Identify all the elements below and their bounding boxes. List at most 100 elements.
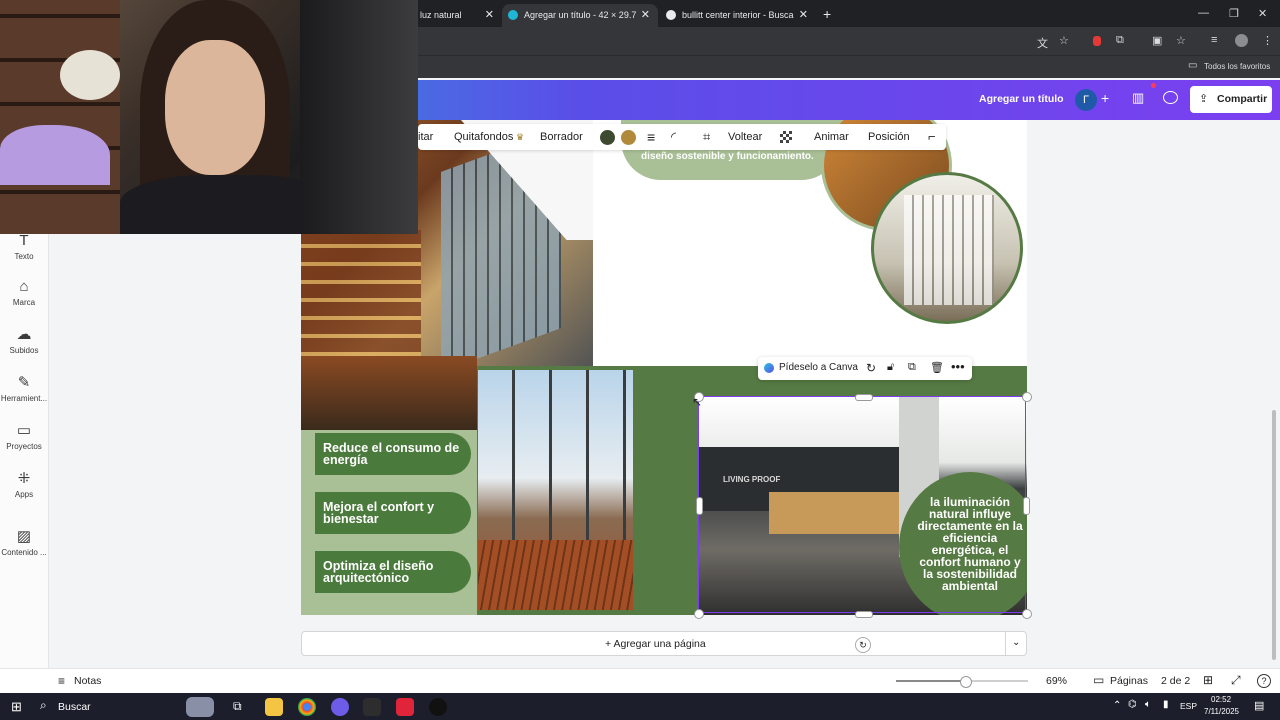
flip-button[interactable]: Voltear — [728, 124, 762, 150]
page-count: 2 de 2 — [1161, 675, 1191, 687]
taskbar-search[interactable]: Buscar — [58, 701, 91, 713]
clock-time[interactable]: 02:52 — [1211, 695, 1231, 704]
user-avatar[interactable]: Γ — [1075, 89, 1097, 111]
bookmark-star-icon[interactable]: ☆ — [1059, 34, 1069, 47]
insights-chart-icon[interactable]: ▥ — [1132, 90, 1144, 106]
tab-canva-design[interactable]: Agregar un título - 42 × 29.7 cm ✕ — [502, 4, 658, 27]
benefit-pill-comfort[interactable]: Mejora el confort y bienestar — [315, 492, 471, 534]
edit-button[interactable]: itar — [418, 124, 433, 150]
screenshot-icon[interactable]: ▣ — [1152, 34, 1162, 47]
resize-handle[interactable] — [696, 497, 703, 515]
crop-icon[interactable]: ⌗ — [703, 124, 710, 150]
tab-bullitt-search[interactable]: bullitt center interior - Buscar co ✕ — [660, 4, 816, 27]
sidebar-item-magic-media[interactable]: ▨ Contenido ... — [0, 528, 48, 557]
close-window-button[interactable]: ✕ — [1258, 7, 1267, 20]
webcam-overlay — [0, 0, 418, 234]
chrome-icon[interactable] — [298, 698, 316, 716]
pages-button[interactable]: Páginas — [1110, 675, 1148, 687]
resize-handle[interactable] — [855, 394, 873, 401]
add-page-button[interactable]: + Agregar una página — [605, 638, 706, 650]
media-icon[interactable]: ≡ — [1211, 34, 1217, 46]
lock-icon[interactable]: 🔓︎ — [887, 361, 894, 374]
animate-button[interactable]: Animar — [814, 124, 849, 150]
fullscreen-icon[interactable]: ⤢ — [1231, 673, 1241, 688]
vertical-scrollbar[interactable] — [1272, 410, 1276, 660]
more-options-icon[interactable]: ••• — [951, 359, 965, 374]
position-button[interactable]: Posición — [868, 124, 910, 150]
grid-view-icon[interactable]: ⊞ — [1203, 673, 1213, 687]
favorites-icon[interactable]: ☆ — [1176, 34, 1186, 47]
sidebar-item-text[interactable]: T Texto — [0, 232, 48, 261]
profile-avatar[interactable] — [1235, 34, 1248, 47]
apps-icon: ⁜ — [17, 470, 31, 487]
davinci-icon[interactable] — [429, 698, 447, 716]
windows-start-icon[interactable]: ⊞ — [11, 699, 22, 715]
refresh-page-icon[interactable]: ↻ — [855, 637, 871, 653]
zoom-level[interactable]: 69% — [1046, 675, 1067, 687]
benefit-pill-design[interactable]: Optimiza el diseño arquitectónico — [315, 551, 471, 593]
sidebar-item-tools[interactable]: ✎ Herramient... — [0, 374, 48, 403]
inkscape-icon[interactable] — [363, 698, 381, 716]
file-explorer-icon[interactable] — [265, 698, 283, 716]
language-indicator[interactable]: ESP — [1180, 701, 1197, 711]
resize-handle[interactable] — [694, 609, 704, 619]
balcony-photo[interactable] — [478, 370, 633, 610]
notifications-icon[interactable]: ▤ — [1254, 699, 1264, 712]
maximize-button[interactable]: ❐ — [1229, 7, 1239, 20]
tray-chevron-icon[interactable]: ⌃ — [1113, 700, 1121, 711]
notes-button[interactable]: Notas — [74, 675, 101, 687]
zoom-slider[interactable] — [896, 676, 1028, 688]
sidebar-item-brand[interactable]: ⌂ Marca — [0, 278, 48, 307]
resize-handle[interactable] — [1022, 609, 1032, 619]
all-bookmarks-link[interactable]: Todos los favoritos — [1204, 62, 1270, 71]
extensions-puzzle-icon[interactable]: ⧉ — [1116, 34, 1124, 47]
sidebar-item-label: Subidos — [9, 346, 39, 355]
color-swatch-gold[interactable] — [621, 130, 636, 145]
tab-luz-natural[interactable]: luz natural ✕ — [412, 4, 502, 27]
messenger-icon[interactable] — [331, 698, 349, 716]
new-tab-button[interactable]: + — [823, 6, 831, 22]
sidebar-item-uploads[interactable]: ☁ Subidos — [0, 326, 48, 355]
corner-rounding-icon[interactable]: ◜ — [671, 124, 676, 150]
canva-favicon-icon — [508, 10, 518, 20]
share-button[interactable]: ⇪ Compartir — [1190, 86, 1272, 113]
extension-icon[interactable] — [1093, 36, 1101, 46]
resize-handle[interactable] — [1023, 497, 1030, 515]
eraser-button[interactable]: Borrador — [540, 124, 583, 150]
acrobat-icon[interactable] — [396, 698, 414, 716]
refresh-icon[interactable]: ↻ — [866, 361, 876, 375]
resize-handle[interactable] — [1022, 392, 1032, 402]
close-tab-icon[interactable]: ✕ — [641, 4, 650, 26]
help-icon[interactable]: ? — [1257, 674, 1271, 688]
doc-title[interactable]: Agregar un título — [979, 93, 1064, 105]
ask-canva-button[interactable]: Pídeselo a Canva — [779, 362, 858, 373]
trash-icon[interactable]: 🗑︎ — [930, 361, 944, 374]
bg-remover-button[interactable]: Quitafondos — [454, 124, 513, 150]
border-style-icon[interactable]: ≡ — [647, 124, 655, 150]
copy-style-icon[interactable]: ⌐ — [928, 124, 936, 150]
sidebar-item-apps[interactable]: ⁜ Apps — [0, 470, 48, 499]
zoom-slider-knob[interactable] — [959, 676, 972, 688]
network-icon[interactable]: ⌬ — [1128, 699, 1137, 710]
chevron-down-icon[interactable]: ⌄ — [1012, 637, 1020, 648]
comments-icon[interactable] — [1163, 91, 1178, 104]
menu-kebab-icon[interactable]: ⋮ — [1262, 34, 1273, 47]
resize-handle[interactable] — [855, 611, 873, 618]
color-swatch-dark[interactable] — [600, 130, 615, 145]
pages-icon: ▭ — [1093, 673, 1105, 687]
sidebar-item-projects[interactable]: ▭ Proyectos — [0, 422, 48, 451]
close-tab-icon[interactable]: ✕ — [799, 4, 808, 26]
volume-icon[interactable]: 🔈︎ — [1145, 699, 1151, 710]
translate-icon[interactable]: 文 — [1037, 35, 1048, 51]
benefit-pill-energy[interactable]: Reduce el consumo de energía — [315, 433, 471, 475]
duplicate-icon[interactable]: ⧉ — [908, 361, 916, 374]
share-icon: ⇪ — [1199, 93, 1209, 105]
task-view-icon[interactable]: ⧉ — [233, 699, 242, 714]
clock-date[interactable]: 7/11/2025 — [1204, 707, 1239, 716]
minimize-button[interactable]: — — [1198, 7, 1209, 19]
add-collaborator-icon[interactable]: + — [1101, 90, 1109, 106]
interior-circle-large[interactable] — [871, 172, 1023, 324]
transparency-icon[interactable] — [780, 131, 792, 143]
close-tab-icon[interactable]: ✕ — [485, 4, 494, 26]
battery-icon[interactable]: ▮ — [1163, 699, 1169, 710]
